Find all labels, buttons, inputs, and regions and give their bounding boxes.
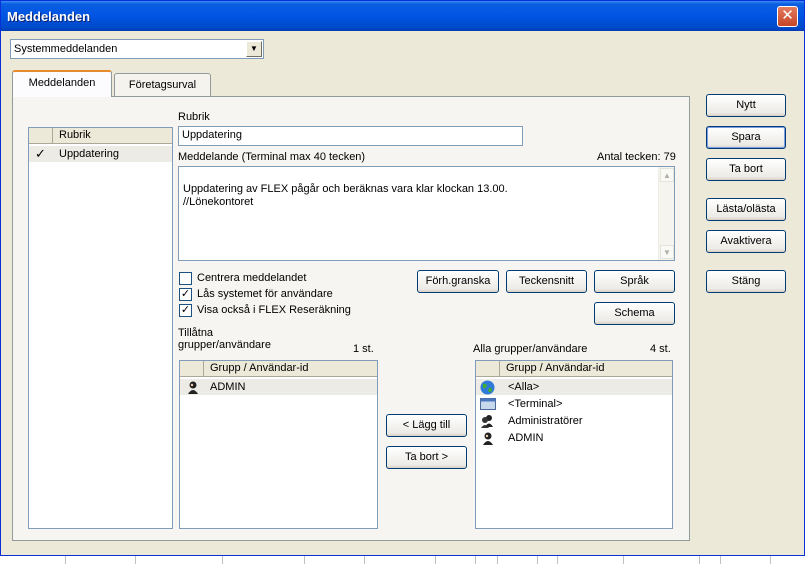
list-item[interactable]: Administratörer [476, 413, 672, 429]
grid-line [222, 556, 223, 564]
header-group-user[interactable]: Grupp / Användar-id [204, 361, 377, 377]
user-icon [481, 431, 495, 450]
add-button[interactable]: < Lägg till [386, 414, 467, 437]
tab-meddelanden[interactable]: Meddelanden [12, 70, 112, 97]
list-item[interactable]: ADMIN [476, 430, 672, 446]
grid-line [623, 556, 624, 564]
grid-line [537, 556, 538, 564]
check-icon: ✓ [35, 146, 46, 161]
message-label: Meddelande (Terminal max 40 tecken) [178, 151, 366, 163]
list-item[interactable]: <Alla> [476, 379, 672, 395]
close-button[interactable]: Stäng [706, 270, 786, 293]
chevron-down-icon[interactable]: ▼ [246, 41, 262, 57]
center-message-checkbox[interactable] [179, 272, 192, 285]
window-title: Meddelanden [7, 9, 91, 24]
message-list[interactable]: Rubrik ✓ Uppdatering [28, 127, 173, 529]
allowed-groups-list[interactable]: Grupp / Användar-id ADMIN [179, 360, 378, 529]
all-list-header: Grupp / Användar-id [476, 361, 672, 377]
message-type-value: Systemmeddelanden [14, 43, 118, 55]
message-textarea[interactable]: Uppdatering av FLEX pågår och beräknas v… [178, 166, 675, 261]
allowed-count: 1 st. [353, 343, 374, 355]
show-in-travel-label: Visa också i FLEX Reseräkning [197, 304, 351, 316]
header-rubrik[interactable]: Rubrik [53, 128, 172, 144]
grid-line [435, 556, 436, 564]
list-item[interactable]: <Terminal> [476, 396, 672, 412]
preview-button[interactable]: Förh.granska [417, 270, 499, 293]
grid-line [364, 556, 365, 564]
close-icon[interactable]: ✕ [777, 6, 798, 27]
tab-foretagsurval[interactable]: Företagsurval [114, 73, 211, 97]
message-text: Uppdatering av FLEX pågår och beräknas v… [183, 183, 508, 208]
rubrik-input-value: Uppdatering [182, 129, 242, 141]
remove-button[interactable]: Ta bort > [386, 446, 467, 469]
message-type-select[interactable]: Systemmeddelanden ▼ [10, 39, 264, 59]
list-item-label: <Alla> [508, 381, 540, 393]
tab-label: Meddelanden [28, 77, 96, 89]
grid-line [135, 556, 136, 564]
title-bar[interactable]: Meddelanden ✕ [1, 1, 804, 31]
header-icon-column [476, 361, 500, 377]
list-item-label: ADMIN [508, 432, 544, 444]
char-count: Antal tecken: 79 [597, 151, 676, 163]
new-button[interactable]: Nytt [706, 94, 786, 117]
grid-line [770, 556, 771, 564]
header-icon-column [180, 361, 204, 377]
list-item[interactable]: ✓ Uppdatering [29, 146, 172, 162]
list-item-label: <Terminal> [508, 398, 563, 410]
grid-line [475, 556, 476, 564]
all-groups-list[interactable]: Grupp / Användar-id <Alla> <Terminal> Ad… [475, 360, 673, 529]
center-message-label: Centrera meddelandet [197, 272, 307, 284]
show-in-travel-checkbox[interactable]: ✓ [179, 304, 192, 317]
language-button[interactable]: Språk [594, 270, 675, 293]
delete-button[interactable]: Ta bort [706, 158, 786, 181]
allowed-groups-label: Tillåtna grupper/användare [178, 327, 271, 351]
grid-line [699, 556, 700, 564]
grid-line [304, 556, 305, 564]
lock-system-checkbox[interactable]: ✓ [179, 288, 192, 301]
list-item-label: Uppdatering [59, 148, 119, 160]
scroll-down-icon[interactable]: ▼ [660, 245, 674, 259]
user-icon [186, 380, 200, 394]
list-item-label: Administratörer [508, 415, 583, 427]
scroll-up-icon[interactable]: ▲ [660, 168, 674, 182]
grid-line [720, 556, 721, 564]
message-scrollbar[interactable]: ▲ ▼ [658, 167, 674, 260]
tab-label: Företagsurval [128, 79, 197, 91]
rubrik-input[interactable]: Uppdatering [178, 126, 523, 146]
grid-line [65, 556, 66, 564]
all-groups-label: Alla grupper/användare [473, 343, 588, 355]
list-item[interactable]: ADMIN [180, 379, 377, 395]
deactivate-button[interactable]: Avaktivera [706, 230, 786, 253]
list-header: Rubrik [29, 128, 172, 144]
grid-line [497, 556, 498, 564]
meddelanden-dialog: Meddelanden ✕ Systemmeddelanden ▼ Meddel… [0, 0, 805, 556]
background-grid [0, 556, 805, 564]
header-check-column [29, 128, 53, 144]
lock-system-label: Lås systemet för användare [197, 288, 333, 300]
rubrik-label: Rubrik [178, 111, 210, 123]
grid-line [557, 556, 558, 564]
allowed-list-header: Grupp / Användar-id [180, 361, 377, 377]
schedule-button[interactable]: Schema [594, 302, 675, 325]
font-button[interactable]: Teckensnitt [506, 270, 587, 293]
save-button[interactable]: Spara [706, 126, 786, 149]
read-unread-button[interactable]: Lästa/olästa [706, 198, 786, 221]
list-item-label: ADMIN [210, 381, 246, 393]
all-count: 4 st. [650, 343, 671, 355]
header-group-user[interactable]: Grupp / Användar-id [500, 361, 672, 377]
